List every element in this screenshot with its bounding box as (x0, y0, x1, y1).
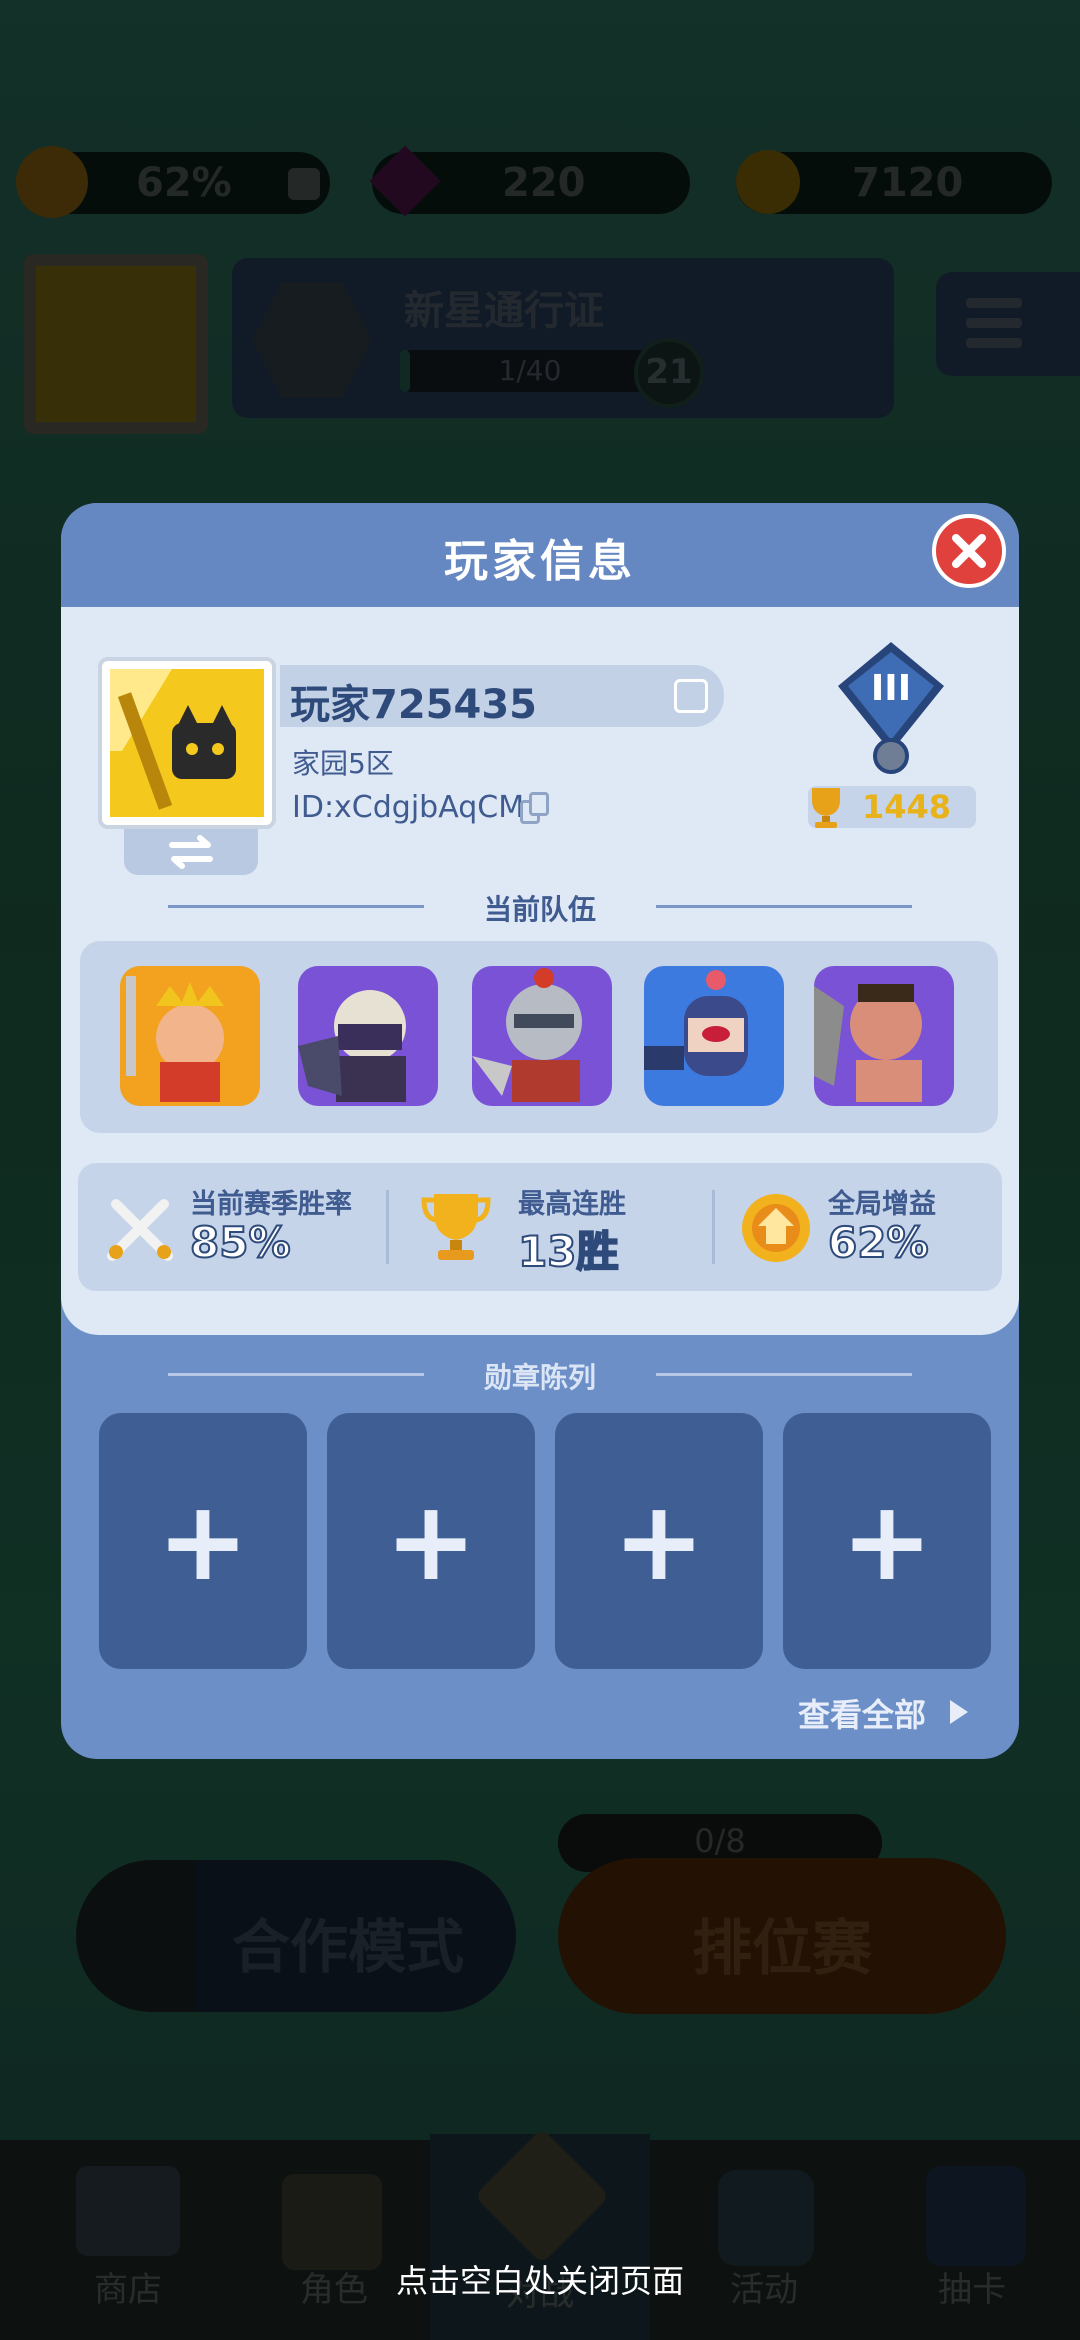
team-hero-dark-knight-hero[interactable] (298, 966, 438, 1106)
team-hero-orc-warrior-hero[interactable] (814, 966, 954, 1106)
rank-badge-icon (838, 642, 944, 774)
trophy-count: 1448 (862, 788, 952, 826)
add-badge-icon: + (840, 1477, 934, 1605)
switch-avatar-button[interactable] (124, 829, 258, 875)
trophy-small-icon (812, 788, 840, 828)
stats-separator (712, 1190, 715, 1264)
bomb-guard-hero-icon (644, 970, 748, 1076)
badge-slot[interactable]: + (327, 1413, 535, 1669)
player-id: ID:xCdgjbAqCM (292, 790, 525, 825)
badge-section-label: 勋章陈列 (483, 1361, 596, 1394)
dark-knight-hero-icon (298, 990, 406, 1102)
badge-slot[interactable]: + (99, 1413, 307, 1669)
trophy-icon (421, 1194, 491, 1260)
team-divider-left (168, 905, 424, 908)
edit-name-icon[interactable] (674, 679, 708, 713)
orc-warrior-hero-icon (814, 984, 922, 1102)
win-rate-value: 85% (189, 1217, 292, 1268)
add-badge-icon: + (384, 1477, 478, 1605)
player-server: 家园5区 (292, 747, 394, 780)
team-hero-bomb-guard-hero[interactable] (644, 966, 784, 1106)
badge-divider-left (168, 1373, 424, 1376)
modal-title: 玩家信息 (444, 536, 636, 587)
add-badge-icon: + (156, 1477, 250, 1605)
rank-numeral: III (870, 668, 912, 709)
badge-divider-right (656, 1373, 912, 1376)
close-icon (952, 534, 986, 568)
swap-arrows-icon (169, 835, 213, 869)
king-hero-icon (126, 976, 224, 1102)
play-arrow-icon (950, 1700, 968, 1724)
add-badge-icon: + (612, 1477, 706, 1605)
crossed-swords-icon (107, 1199, 173, 1261)
view-all-button[interactable]: 查看全部 (798, 1690, 978, 1734)
close-hint: 点击空白处关闭页面 (395, 2262, 684, 2300)
win-rate-label: 当前赛季胜率 (190, 1189, 352, 1220)
close-button[interactable] (932, 514, 1006, 588)
global-boost-value: 62% (827, 1217, 930, 1268)
global-boost-label: 全局增益 (828, 1189, 936, 1220)
badge-slot[interactable]: + (555, 1413, 763, 1669)
team-hero-king-hero[interactable] (120, 966, 260, 1106)
best-streak-value: 13胜 (517, 1226, 619, 1277)
player-avatar[interactable] (98, 657, 276, 829)
best-streak-label: 最高连胜 (518, 1189, 626, 1220)
team-section-label: 当前队伍 (483, 893, 596, 926)
home-boost-icon (742, 1194, 810, 1262)
badge-slot[interactable]: + (783, 1413, 991, 1669)
armored-knight-hero-icon (472, 968, 582, 1102)
copy-id-icon[interactable] (520, 792, 552, 824)
avatar-image (110, 669, 264, 817)
player-name: 玩家725435 (290, 682, 537, 728)
team-hero-armored-knight-hero[interactable] (472, 966, 612, 1106)
team-divider-right (656, 905, 912, 908)
stats-separator (386, 1190, 389, 1264)
view-all-label: 查看全部 (798, 1696, 927, 1734)
